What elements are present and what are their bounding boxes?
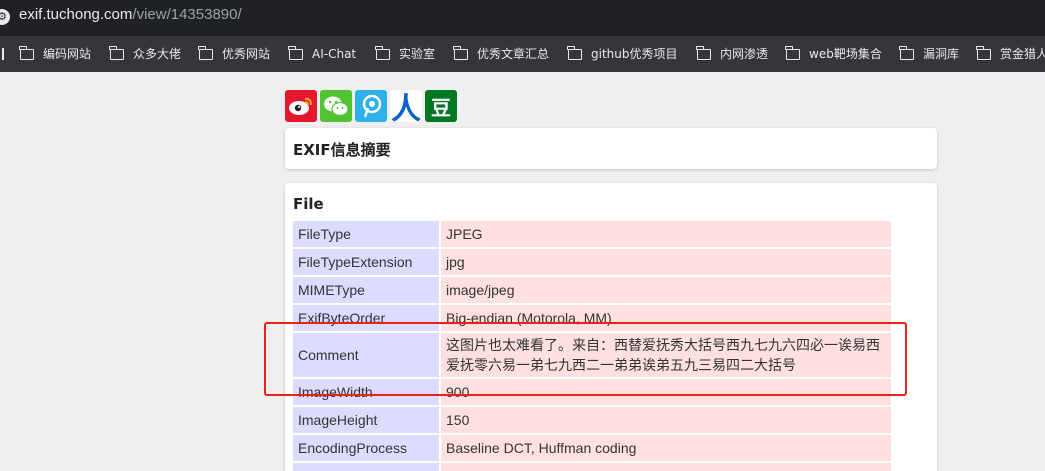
url-text[interactable]: exif.tuchong.com/view/14353890/ xyxy=(19,6,242,23)
table-row: MIMEType image/jpeg xyxy=(293,277,891,303)
bookmark-label: 优秀文章汇总 xyxy=(477,47,550,61)
exif-value: JPEG xyxy=(441,221,891,247)
file-section-title: File xyxy=(293,195,324,213)
folder-icon xyxy=(785,45,800,60)
exif-summary-card: EXIF信息摘要 xyxy=(285,128,937,169)
bookmark-label: AI-Chat xyxy=(312,47,357,61)
site-settings-icon[interactable]: ⚙ xyxy=(0,9,10,25)
table-row xyxy=(293,463,891,471)
exif-key: ImageHeight xyxy=(293,407,441,433)
bookmark-folder[interactable]: 漏洞库 xyxy=(899,44,960,64)
bookmark-folder[interactable]: 优秀网站 xyxy=(198,44,271,64)
folder-icon xyxy=(288,45,303,60)
bookmark-folder[interactable]: 实验室 xyxy=(375,44,436,64)
exif-key-empty xyxy=(293,463,441,471)
bookmark-label: web靶场集合 xyxy=(809,47,882,61)
folder-icon xyxy=(899,45,914,60)
exif-key: MIMEType xyxy=(293,277,441,303)
douban-icon[interactable]: 豆 xyxy=(425,90,457,122)
bookmark-folder[interactable]: 编码网站 xyxy=(19,44,92,64)
exif-value: 150 xyxy=(441,407,891,433)
exif-value: Baseline DCT, Huffman coding xyxy=(441,435,891,461)
url-path: /view/14353890/ xyxy=(132,6,242,23)
share-icons: 人 豆 xyxy=(285,90,457,127)
exif-value: jpg xyxy=(441,249,891,275)
weibo-icon[interactable] xyxy=(285,90,317,122)
folder-icon xyxy=(19,45,34,60)
bookmark-label: 优秀网站 xyxy=(222,47,271,61)
bookmarks-bar: 编码网站 众多大佬 优秀网站 AI-Chat 实验室 优秀文章汇总 github… xyxy=(0,36,1045,72)
table-row: FileType JPEG xyxy=(293,221,891,247)
url-domain: exif.tuchong.com xyxy=(19,6,133,23)
folder-icon xyxy=(976,45,991,60)
renren-icon[interactable]: 人 xyxy=(390,90,422,127)
bookmark-apps-partial[interactable] xyxy=(0,44,4,64)
exif-key: FileType xyxy=(293,221,441,247)
address-bar[interactable]: ⚙ exif.tuchong.com/view/14353890/ xyxy=(0,0,1045,36)
folder-icon xyxy=(567,45,582,60)
bookmark-folder[interactable]: 赏金猎人 xyxy=(976,44,1045,64)
folder-icon xyxy=(375,45,390,60)
bookmark-folder[interactable]: web靶场集合 xyxy=(785,44,882,64)
exif-key: FileTypeExtension xyxy=(293,249,441,275)
bookmark-label: 漏洞库 xyxy=(923,47,960,61)
bookmark-label: 赏金猎人 xyxy=(1000,47,1045,61)
bookmark-folder[interactable]: 内网渗透 xyxy=(696,44,769,64)
folder-icon xyxy=(109,45,124,60)
bookmark-folder[interactable]: AI-Chat xyxy=(288,44,357,64)
table-row: ImageHeight 150 xyxy=(293,407,891,433)
folder-icon xyxy=(453,45,468,60)
tencent-weibo-icon[interactable] xyxy=(355,90,387,122)
folder-icon xyxy=(198,45,213,60)
bookmark-label: 编码网站 xyxy=(43,47,92,61)
exif-value: image/jpeg xyxy=(441,277,891,303)
wechat-icon[interactable] xyxy=(320,90,352,122)
bookmark-folder[interactable]: 优秀文章汇总 xyxy=(453,44,550,64)
bookmark-label: 内网渗透 xyxy=(720,47,769,61)
exif-value-empty xyxy=(441,463,891,471)
highlight-box xyxy=(264,322,907,396)
bookmark-label: github优秀项目 xyxy=(591,47,678,61)
folder-icon xyxy=(696,45,711,60)
exif-key: EncodingProcess xyxy=(293,435,441,461)
bookmark-folder[interactable]: github优秀项目 xyxy=(567,44,678,64)
table-row: FileTypeExtension jpg xyxy=(293,249,891,275)
bookmark-folder[interactable]: 众多大佬 xyxy=(109,44,182,64)
table-row: EncodingProcess Baseline DCT, Huffman co… xyxy=(293,435,891,461)
exif-summary-title: EXIF信息摘要 xyxy=(293,141,391,159)
bookmark-label: 实验室 xyxy=(399,47,436,61)
bookmark-label: 众多大佬 xyxy=(133,47,182,61)
